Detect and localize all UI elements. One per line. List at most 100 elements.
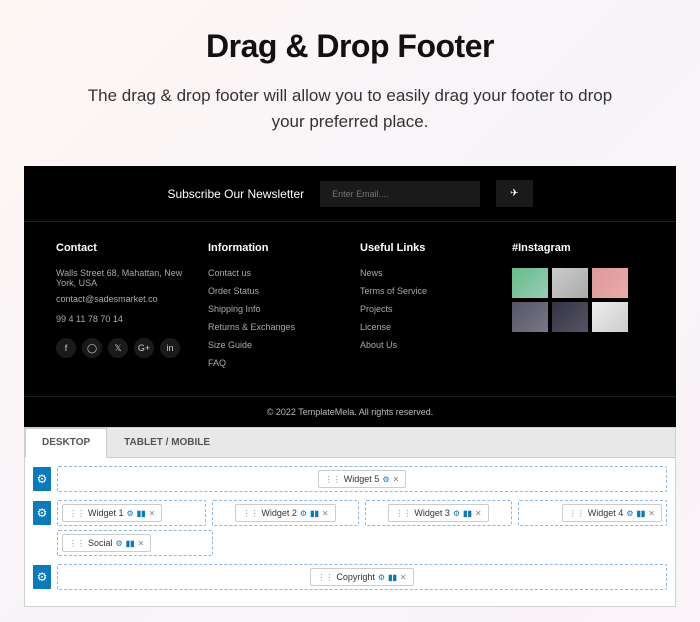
widget-label: Widget 4 <box>588 508 624 518</box>
contact-email: contact@sadesmarket.co <box>56 294 188 304</box>
widget-chip[interactable]: ⋮⋮ Widget 1 ⚙ ▮▮ ✕ <box>62 504 162 522</box>
close-icon[interactable]: ✕ <box>138 539 145 548</box>
drop-slot[interactable]: ⋮⋮ Widget 2 ⚙ ▮▮ ✕ <box>212 500 359 526</box>
gear-icon[interactable]: ⚙ <box>626 509 633 518</box>
social-icons: f ◯ 𝕏 G+ in <box>56 338 188 358</box>
copyright-text: © 2022 TemplateMela. All rights reserved… <box>24 396 676 427</box>
builder-row: ⚙ ⋮⋮ Widget 5 ⚙ ✕ <box>33 466 667 492</box>
footer-col-useful: Useful Links News Terms of Service Proje… <box>360 242 492 376</box>
drag-handle-icon: ⋮⋮ <box>325 475 341 484</box>
column-icon[interactable]: ▮▮ <box>310 509 319 518</box>
gear-icon[interactable]: ⚙ <box>127 509 134 518</box>
useful-link[interactable]: About Us <box>360 340 492 350</box>
instagram-thumb[interactable] <box>592 268 628 298</box>
footer-builder: DESKTOP TABLET / MOBILE ⚙ ⋮⋮ Widget 5 ⚙ … <box>24 427 676 607</box>
page-title: Drag & Drop Footer <box>0 28 700 65</box>
instagram-icon[interactable]: ◯ <box>82 338 102 358</box>
gear-icon: ⚙ <box>37 472 48 486</box>
row-settings-handle[interactable]: ⚙ <box>33 565 51 589</box>
widget-chip[interactable]: ⋮⋮ Widget 4 ⚙ ▮▮ ✕ <box>562 504 662 522</box>
info-link[interactable]: Contact us <box>208 268 340 278</box>
instagram-thumb[interactable] <box>512 268 548 298</box>
googleplus-icon[interactable]: G+ <box>134 338 154 358</box>
widget-chip[interactable]: ⋮⋮ Widget 5 ⚙ ✕ <box>318 470 406 488</box>
widget-chip[interactable]: ⋮⋮ Social ⚙ ▮▮ ✕ <box>62 534 151 552</box>
builder-tabs: DESKTOP TABLET / MOBILE <box>25 428 675 458</box>
close-icon[interactable]: ✕ <box>648 509 655 518</box>
instagram-thumb[interactable] <box>512 302 548 332</box>
widget-chip[interactable]: ⋮⋮ Widget 2 ⚙ ▮▮ ✕ <box>235 504 335 522</box>
send-icon: ✈ <box>510 188 518 199</box>
drop-slot[interactable]: ⋮⋮ Widget 3 ⚙ ▮▮ ✕ <box>365 500 512 526</box>
gear-icon[interactable]: ⚙ <box>382 475 389 484</box>
instagram-thumb[interactable] <box>552 268 588 298</box>
instagram-thumb[interactable] <box>552 302 588 332</box>
widget-chip[interactable]: ⋮⋮ Widget 3 ⚙ ▮▮ ✕ <box>388 504 488 522</box>
gear-icon: ⚙ <box>37 506 48 520</box>
widget-label: Widget 1 <box>88 508 124 518</box>
information-list: Contact us Order Status Shipping Info Re… <box>208 268 340 368</box>
instagram-heading: #Instagram <box>512 242 644 254</box>
info-link[interactable]: FAQ <box>208 358 340 368</box>
column-icon[interactable]: ▮▮ <box>388 573 397 582</box>
footer-col-contact: Contact Walls Street 68, Mahattan, New Y… <box>56 242 188 376</box>
linkedin-icon[interactable]: in <box>160 338 180 358</box>
facebook-icon[interactable]: f <box>56 338 76 358</box>
useful-link[interactable]: Terms of Service <box>360 286 492 296</box>
drop-slot[interactable]: ⋮⋮ Widget 1 ⚙ ▮▮ ✕ <box>57 500 206 526</box>
gear-icon[interactable]: ⚙ <box>453 509 460 518</box>
newsletter-bar: Subscribe Our Newsletter ✈ <box>24 166 676 222</box>
gear-icon[interactable]: ⚙ <box>300 509 307 518</box>
useful-list: News Terms of Service Projects License A… <box>360 268 492 350</box>
drop-slot[interactable]: ⋮⋮ Social ⚙ ▮▮ ✕ <box>57 530 213 556</box>
newsletter-submit-button[interactable]: ✈ <box>496 180 532 207</box>
contact-phone: 99 4 11 78 70 14 <box>56 314 188 324</box>
close-icon[interactable]: ✕ <box>149 509 156 518</box>
info-link[interactable]: Returns & Exchanges <box>208 322 340 332</box>
builder-row: ⋮⋮ Social ⚙ ▮▮ ✕ <box>33 530 667 556</box>
contact-heading: Contact <box>56 242 188 254</box>
newsletter-label: Subscribe Our Newsletter <box>167 187 304 201</box>
useful-link[interactable]: News <box>360 268 492 278</box>
close-icon[interactable]: ✕ <box>393 475 400 484</box>
widget-label: Widget 5 <box>344 474 380 484</box>
instagram-grid <box>512 268 644 332</box>
gear-icon[interactable]: ⚙ <box>116 539 123 548</box>
useful-heading: Useful Links <box>360 242 492 254</box>
drag-handle-icon: ⋮⋮ <box>317 573 333 582</box>
column-icon[interactable]: ▮▮ <box>126 539 135 548</box>
widget-label: Social <box>88 538 113 548</box>
gear-icon[interactable]: ⚙ <box>378 573 385 582</box>
row-settings-handle[interactable]: ⚙ <box>33 501 51 525</box>
useful-link[interactable]: License <box>360 322 492 332</box>
drop-slot[interactable]: ⋮⋮ Widget 5 ⚙ ✕ <box>57 466 667 492</box>
drop-slot[interactable]: ⋮⋮ Widget 4 ⚙ ▮▮ ✕ <box>518 500 667 526</box>
newsletter-email-input[interactable] <box>320 181 480 207</box>
builder-row: ⚙ ⋮⋮ Copyright ⚙ ▮▮ ✕ <box>33 564 667 590</box>
tab-tablet-mobile[interactable]: TABLET / MOBILE <box>107 428 227 457</box>
footer-col-instagram: #Instagram <box>512 242 644 376</box>
useful-link[interactable]: Projects <box>360 304 492 314</box>
widget-label: Widget 3 <box>414 508 450 518</box>
tab-desktop[interactable]: DESKTOP <box>25 428 107 458</box>
twitter-icon[interactable]: 𝕏 <box>108 338 128 358</box>
drag-handle-icon: ⋮⋮ <box>69 539 85 548</box>
close-icon[interactable]: ✕ <box>322 509 329 518</box>
footer-preview: Subscribe Our Newsletter ✈ Contact Walls… <box>24 166 676 427</box>
info-link[interactable]: Size Guide <box>208 340 340 350</box>
close-icon[interactable]: ✕ <box>400 573 407 582</box>
column-icon[interactable]: ▮▮ <box>137 509 146 518</box>
column-icon[interactable]: ▮▮ <box>636 509 645 518</box>
widget-chip[interactable]: ⋮⋮ Copyright ⚙ ▮▮ ✕ <box>310 568 413 586</box>
info-link[interactable]: Order Status <box>208 286 340 296</box>
drag-handle-icon: ⋮⋮ <box>69 509 85 518</box>
information-heading: Information <box>208 242 340 254</box>
instagram-thumb[interactable] <box>592 302 628 332</box>
footer-col-information: Information Contact us Order Status Ship… <box>208 242 340 376</box>
column-icon[interactable]: ▮▮ <box>463 509 472 518</box>
row-settings-handle[interactable]: ⚙ <box>33 467 51 491</box>
close-icon[interactable]: ✕ <box>475 509 482 518</box>
info-link[interactable]: Shipping Info <box>208 304 340 314</box>
builder-row: ⚙ ⋮⋮ Widget 1 ⚙ ▮▮ ✕ ⋮⋮ <box>33 500 667 526</box>
drop-slot[interactable]: ⋮⋮ Copyright ⚙ ▮▮ ✕ <box>57 564 667 590</box>
